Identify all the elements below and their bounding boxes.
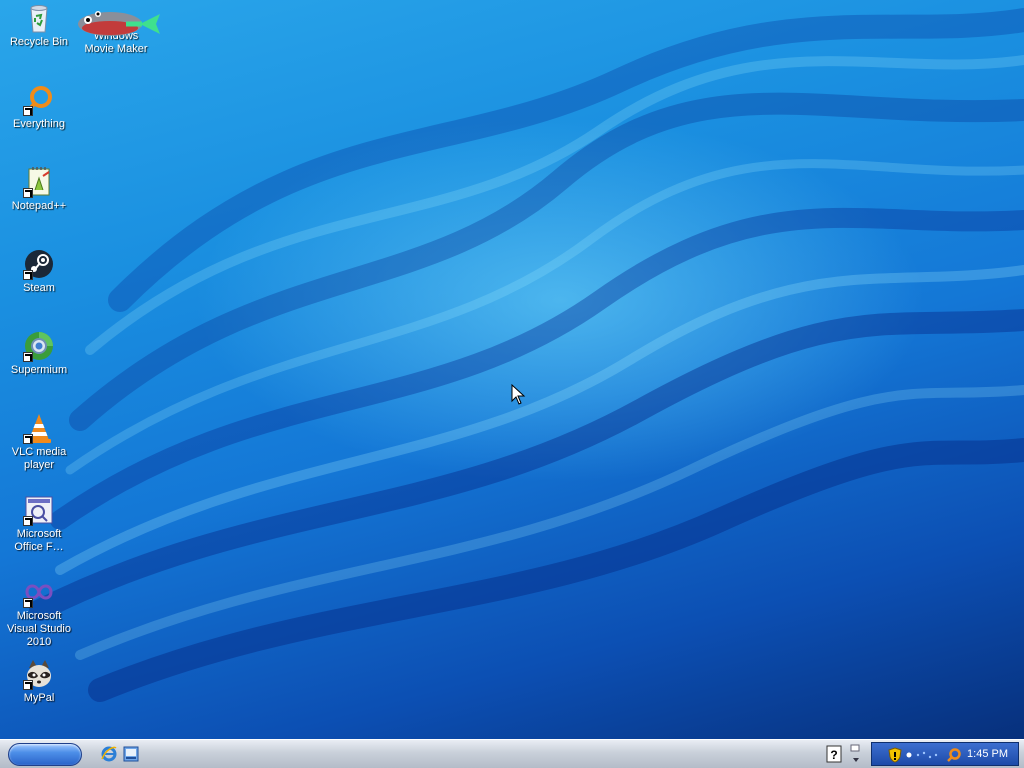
desktop-icon-label: Microsoft Visual Studio 2010 [6, 610, 71, 648]
desktop-icon-label: Microsoft Office F… [14, 528, 64, 553]
wallpaper-waves [29, 8, 1024, 702]
supermium-icon [23, 330, 55, 362]
desktop[interactable]: Recycle Bin Windows Movie Maker Everythi… [0, 0, 1024, 739]
everything-search-icon [23, 84, 55, 116]
taskbar: ? 1:45 PM [0, 739, 1024, 768]
shortcut-arrow-icon [23, 188, 33, 198]
desktop-icon-label: Steam [23, 282, 55, 294]
desktop-icon-recycle-bin[interactable]: Recycle Bin [0, 2, 78, 49]
show-desktop-icon[interactable] [122, 745, 140, 763]
desktop-icon-label: Everything [13, 118, 65, 130]
vlc-cone-icon [23, 412, 55, 444]
shortcut-arrow-icon [23, 106, 33, 116]
network-dots-icon[interactable] [906, 748, 946, 762]
security-shield-icon[interactable] [888, 747, 902, 763]
shortcut-arrow-icon [23, 598, 33, 608]
notepad-plus-plus-icon [23, 166, 55, 198]
desktop-icon-mypal[interactable]: MyPal [0, 658, 78, 705]
desktop-icon-label: Notepad++ [11, 200, 67, 212]
desktop-icon-everything[interactable]: Everything [0, 84, 78, 131]
desktop-icon-windows-movie-maker[interactable]: Windows Movie Maker [77, 2, 160, 56]
desktop-icon-label: MyPal [23, 692, 55, 704]
shortcut-arrow-icon [23, 352, 33, 362]
desktop-icon-supermium[interactable]: Supermium [0, 330, 78, 377]
shortcut-arrow-icon [23, 434, 33, 444]
svg-text:?: ? [830, 748, 837, 762]
desktop-icon-label: VLC media player [11, 446, 67, 471]
shortcut-arrow-icon [23, 516, 33, 526]
taskbar-clock[interactable]: 1:45 PM [967, 748, 1008, 760]
desktop-icon-vlc-media-player[interactable]: VLC media player [0, 412, 78, 472]
notification-area: 1:45 PM [871, 742, 1019, 766]
visual-studio-icon [23, 576, 55, 608]
office-icon [23, 494, 55, 526]
shortcut-arrow-icon [23, 270, 33, 280]
everything-search-icon[interactable] [946, 747, 962, 763]
desktop-icon-visual-studio-2010[interactable]: Microsoft Visual Studio 2010 [0, 576, 78, 649]
desktop-icon-steam[interactable]: Steam [0, 248, 78, 295]
recycle-bin-icon [23, 2, 55, 34]
shortcut-arrow-icon [23, 680, 33, 690]
mouse-cursor-icon [511, 384, 526, 405]
collapse-arrows-icon[interactable] [850, 743, 862, 765]
start-button[interactable] [8, 743, 82, 766]
movie-maker-fish-icon [70, 2, 162, 36]
help-icon[interactable]: ? [826, 745, 842, 763]
steam-icon [23, 248, 55, 280]
desktop-icon-microsoft-office[interactable]: Microsoft Office F… [0, 494, 78, 554]
internet-explorer-icon[interactable] [100, 745, 118, 763]
desktop-icon-label: Recycle Bin [9, 36, 69, 48]
mypal-raccoon-icon [23, 658, 55, 690]
desktop-icon-notepad-plus-plus[interactable]: Notepad++ [0, 166, 78, 213]
desktop-icon-label: Supermium [10, 364, 68, 376]
